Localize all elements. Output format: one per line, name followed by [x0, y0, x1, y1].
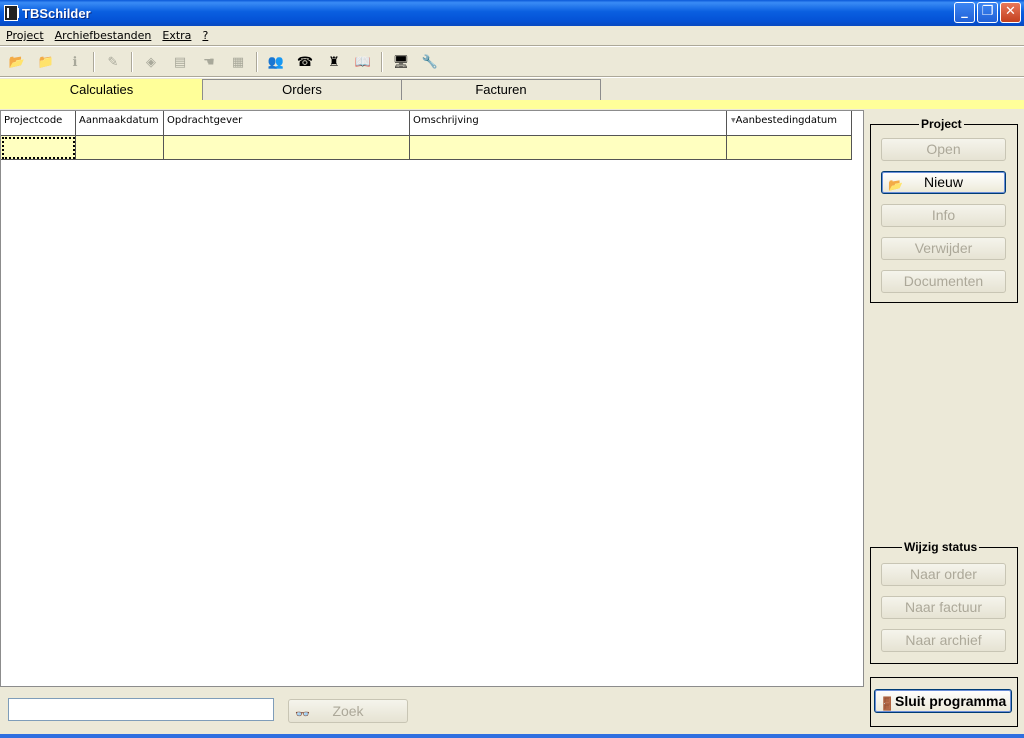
- tab-orders[interactable]: Orders: [202, 79, 402, 100]
- open-folder-icon: 📂: [8, 54, 26, 70]
- hand-toolbar-button[interactable]: ☚: [198, 51, 220, 73]
- info-toolbar-button[interactable]: ℹ: [64, 51, 86, 73]
- to-order-button[interactable]: Naar order: [881, 563, 1006, 586]
- tab-bar: Calculaties Orders Facturen: [0, 79, 601, 101]
- new-button-label: Nieuw: [924, 174, 963, 190]
- column-header-omschrijving[interactable]: Omschrijving: [410, 111, 727, 136]
- column-header-aanmaakdatum[interactable]: Aanmaakdatum: [76, 111, 164, 136]
- restore-icon: ❐: [981, 4, 994, 19]
- menu-extra[interactable]: Extra: [162, 29, 191, 42]
- minimize-button[interactable]: _: [954, 2, 975, 23]
- toolbar-separator: [381, 52, 383, 72]
- paint-icon: ◈: [146, 54, 156, 70]
- print-toolbar-button[interactable]: ▦: [227, 51, 249, 73]
- contact-card-toolbar-button[interactable]: ☎: [294, 51, 316, 73]
- table-cell[interactable]: [76, 136, 164, 160]
- status-group-title: Wijzig status: [902, 540, 980, 554]
- column-header-aanbestedingdatum[interactable]: ▼Aanbestedingdatum: [727, 111, 852, 136]
- folder-icon: 📁: [37, 54, 55, 70]
- contact-card-icon: ☎: [296, 54, 314, 70]
- users-icon: 👥: [267, 54, 285, 70]
- tab-calculaties[interactable]: Calculaties: [0, 79, 203, 101]
- table-cell[interactable]: [164, 136, 410, 160]
- edit-document-toolbar-button[interactable]: ✎: [102, 51, 124, 73]
- tab-strip: [0, 100, 1024, 109]
- print-icon: ▦: [231, 54, 245, 70]
- column-header-opdrachtgever[interactable]: Opdrachtgever: [164, 111, 410, 136]
- monitor-icon: 🖥: [392, 54, 410, 70]
- edit-document-icon: ✎: [107, 54, 119, 70]
- close-icon: ✕: [1005, 4, 1016, 19]
- close-window-button[interactable]: ✕: [1000, 2, 1021, 23]
- menu-archiefbestanden[interactable]: Archiefbestanden: [55, 29, 152, 42]
- menu-bar: Project Archiefbestanden Extra ?: [0, 26, 1024, 45]
- restore-button[interactable]: ❐: [977, 2, 998, 23]
- minimize-icon: _: [961, 4, 968, 19]
- document-icon: ▤: [173, 54, 187, 70]
- close-program-label: Sluit programma: [895, 693, 1007, 709]
- to-archive-button[interactable]: Naar archief: [881, 629, 1006, 652]
- tools-icon: 🔧: [421, 54, 439, 70]
- menu-project[interactable]: Project: [6, 29, 44, 42]
- toolbar-separator: [131, 52, 133, 72]
- projects-grid[interactable]: Projectcode Aanmaakdatum Opdrachtgever O…: [0, 110, 864, 687]
- info-button[interactable]: Info: [881, 204, 1006, 227]
- window-title: TBSchilder: [22, 5, 91, 21]
- column-header-projectcode[interactable]: Projectcode: [1, 111, 76, 136]
- info-icon: ℹ: [72, 54, 78, 70]
- tab-facturen[interactable]: Facturen: [401, 79, 601, 100]
- window-bottom-border: [0, 734, 1024, 738]
- documents-button[interactable]: Documenten: [881, 270, 1006, 293]
- toolbar-separator: [256, 52, 258, 72]
- exit-door-icon: 🚪: [879, 696, 896, 711]
- paint-bottle-toolbar-button[interactable]: ♜: [323, 51, 345, 73]
- new-button[interactable]: 📂 Nieuw: [881, 171, 1006, 194]
- app-icon: [4, 5, 19, 21]
- open-button[interactable]: Open: [881, 138, 1006, 161]
- close-program-button[interactable]: 🚪 Sluit programma: [874, 689, 1012, 713]
- paint-toolbar-button[interactable]: ◈: [140, 51, 162, 73]
- new-project-icon: 📂: [888, 178, 903, 192]
- paint-bottle-icon: ♜: [328, 54, 340, 70]
- table-cell[interactable]: [410, 136, 727, 160]
- toolbar-separator: [0, 76, 1024, 78]
- title-bar: TBSchilder _ ❐ ✕: [0, 0, 1024, 26]
- hand-icon: ☚: [203, 54, 215, 70]
- search-button-label: Zoek: [332, 703, 364, 719]
- document-toolbar-button[interactable]: ▤: [169, 51, 191, 73]
- book-toolbar-button[interactable]: 📖: [352, 51, 374, 73]
- table-cell[interactable]: [727, 136, 852, 160]
- toolbar-separator: [93, 52, 95, 72]
- menu-separator: [0, 45, 1024, 47]
- users-toolbar-button[interactable]: 👥: [265, 51, 287, 73]
- project-group-title: Project: [919, 117, 964, 131]
- tools-toolbar-button[interactable]: 🔧: [419, 51, 441, 73]
- window-controls: _ ❐ ✕: [954, 2, 1021, 23]
- folder-toolbar-button[interactable]: 📁: [35, 51, 57, 73]
- column-header-aanbestedingdatum-label: Aanbestedingdatum: [735, 115, 838, 126]
- project-group: Project Open 📂 Nieuw Info Verwijder Docu…: [870, 117, 1018, 303]
- book-icon: 📖: [354, 54, 372, 70]
- status-group: Wijzig status Naar order Naar factuur Na…: [870, 540, 1018, 664]
- delete-button[interactable]: Verwijder: [881, 237, 1006, 260]
- table-cell[interactable]: [1, 136, 76, 160]
- search-input[interactable]: [8, 698, 274, 721]
- to-invoice-button[interactable]: Naar factuur: [881, 596, 1006, 619]
- open-folder-toolbar-button[interactable]: 📂: [6, 51, 28, 73]
- binoculars-icon: 👓: [295, 707, 310, 721]
- monitor-toolbar-button[interactable]: 🖥: [390, 51, 412, 73]
- search-button[interactable]: 👓 Zoek: [288, 699, 408, 723]
- menu-help[interactable]: ?: [202, 29, 208, 42]
- toolbar: 📂 📁 ℹ ✎ ◈ ▤ ☚ ▦ 👥 ☎ ♜ 📖 🖥 🔧: [0, 48, 1024, 76]
